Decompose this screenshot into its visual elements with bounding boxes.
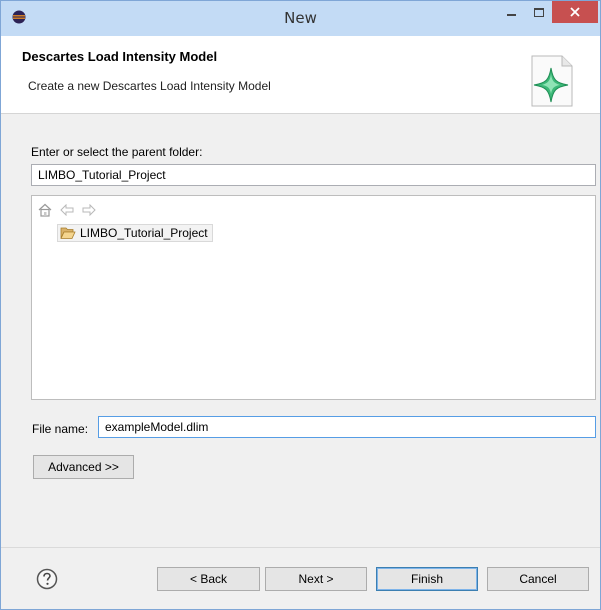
parent-folder-label: Enter or select the parent folder: [31, 145, 203, 159]
tree-item-project[interactable]: LIMBO_Tutorial_Project [57, 224, 213, 242]
tree-toolbar [36, 201, 98, 219]
minimize-button[interactable] [498, 1, 525, 23]
footer-divider [1, 547, 600, 548]
maximize-button[interactable] [525, 1, 552, 23]
wizard-title: Descartes Load Intensity Model [22, 49, 218, 64]
minimize-icon [507, 14, 516, 16]
open-folder-icon [60, 227, 76, 239]
help-icon[interactable] [36, 568, 58, 590]
wizard-header: Descartes Load Intensity Model Create a … [1, 36, 600, 114]
maximize-icon [533, 7, 544, 17]
forward-arrow-icon[interactable] [80, 201, 98, 219]
wizard-description: Create a new Descartes Load Intensity Mo… [28, 79, 271, 93]
advanced-button[interactable]: Advanced >> [33, 455, 134, 479]
home-icon[interactable] [36, 201, 54, 219]
new-file-wizard-icon [531, 55, 573, 107]
close-icon [570, 7, 580, 17]
file-name-label: File name: [32, 422, 89, 436]
close-button[interactable] [552, 1, 598, 23]
tree-item-label: LIMBO_Tutorial_Project [80, 226, 208, 240]
next-button[interactable]: Next > [265, 567, 367, 591]
file-name-input[interactable] [98, 416, 596, 438]
finish-button[interactable]: Finish [376, 567, 478, 591]
back-arrow-icon[interactable] [58, 201, 76, 219]
back-button[interactable]: < Back [157, 567, 260, 591]
parent-folder-input[interactable] [31, 164, 596, 186]
folder-tree[interactable]: LIMBO_Tutorial_Project [31, 195, 596, 400]
title-bar[interactable]: New [1, 1, 600, 36]
new-wizard-dialog: New Descartes Load Intensity Model Creat… [0, 0, 601, 610]
cancel-button[interactable]: Cancel [487, 567, 589, 591]
